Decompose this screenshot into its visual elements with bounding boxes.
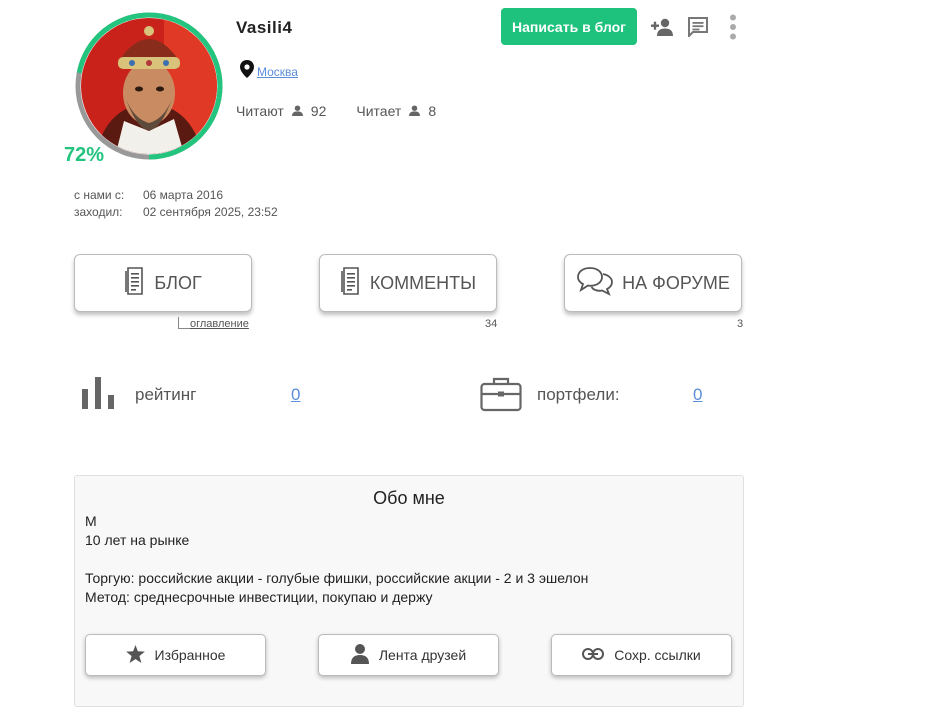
tab-comments[interactable]: КОММЕНТЫ <box>319 254 497 312</box>
username: Vasili4 <box>236 18 293 37</box>
person-icon <box>291 103 303 119</box>
tab-blog-label: БЛОГ <box>154 272 202 293</box>
location: Москва <box>240 60 298 83</box>
tab-blog[interactable]: БЛОГ <box>74 254 252 312</box>
comments-count: 34 <box>485 318 498 330</box>
portfolio-value[interactable]: 0 <box>693 385 702 405</box>
visited-date: 02 сентября 2025, 23:52 <box>143 205 278 219</box>
followers[interactable]: Читают 92 <box>236 103 326 119</box>
person-icon <box>409 103 421 119</box>
portfolio-label: портфели: <box>537 385 620 404</box>
about-card: Обо мне М 10 лет на рынке Торгую: россий… <box>74 475 744 707</box>
saved-links-button[interactable]: Сохр. ссылки <box>551 634 732 676</box>
location-pin-icon <box>240 60 254 83</box>
following-label: Читает <box>356 103 402 119</box>
following[interactable]: Читает 8 <box>356 103 436 119</box>
following-count: 8 <box>428 103 437 119</box>
favorites-button[interactable]: Избранное <box>85 634 266 676</box>
about-line <box>85 550 588 569</box>
briefcase-icon <box>480 376 522 417</box>
friends-feed-button[interactable]: Лента друзей <box>318 634 499 676</box>
add-person-icon[interactable] <box>650 14 676 40</box>
write-blog-button[interactable]: Написать в блог <box>501 8 637 45</box>
star-icon <box>125 644 145 666</box>
location-link[interactable]: Москва <box>257 65 298 79</box>
link-icon <box>582 647 605 663</box>
friends-feed-label: Лента друзей <box>378 647 467 663</box>
profile-completion-percent: 72% <box>64 144 105 166</box>
follow-stats: Читают 92 Читает 8 <box>236 103 436 119</box>
document-icon <box>340 266 362 301</box>
tab-forum-label: НА ФОРУМЕ <box>622 272 730 293</box>
avatar[interactable] <box>74 11 224 161</box>
saved-links-label: Сохр. ссылки <box>614 647 701 663</box>
followers-label: Читают <box>236 103 284 119</box>
forum-count: 3 <box>737 318 744 330</box>
followers-count: 92 <box>310 103 327 119</box>
about-line: Торгую: российские акции - голубые фишки… <box>85 570 589 586</box>
visited-label: заходил: <box>74 205 123 219</box>
tab-forum[interactable]: НА ФОРУМЕ <box>564 254 742 312</box>
tab-comments-label: КОММЕНТЫ <box>369 272 477 293</box>
favorites-label: Избранное <box>154 647 226 663</box>
about-line: Метод: среднесрочные инвестиции, покупаю… <box>85 589 433 605</box>
profile-dates: с нами с: 06 марта 2016 заходил: 02 сентяб… <box>74 187 278 221</box>
rating-value[interactable]: 0 <box>291 385 300 405</box>
document-icon <box>124 266 146 301</box>
more-vertical-icon[interactable] <box>720 14 746 40</box>
about-text: М 10 лет на рынке Торгую: российские акц… <box>85 512 588 607</box>
message-icon[interactable] <box>685 14 711 40</box>
chat-bubbles-icon <box>576 266 614 301</box>
bar-chart-icon <box>82 377 116 414</box>
joined-label: с нами с: <box>74 188 125 202</box>
person-icon <box>350 643 369 667</box>
blog-contents-link[interactable]: оглавление <box>190 318 249 330</box>
about-line: 10 лет на рынке <box>85 532 190 548</box>
about-title: Обо мне <box>373 488 445 508</box>
about-line: М <box>85 513 97 529</box>
rating-label: рейтинг <box>135 385 197 404</box>
joined-date: 06 марта 2016 <box>143 188 224 202</box>
